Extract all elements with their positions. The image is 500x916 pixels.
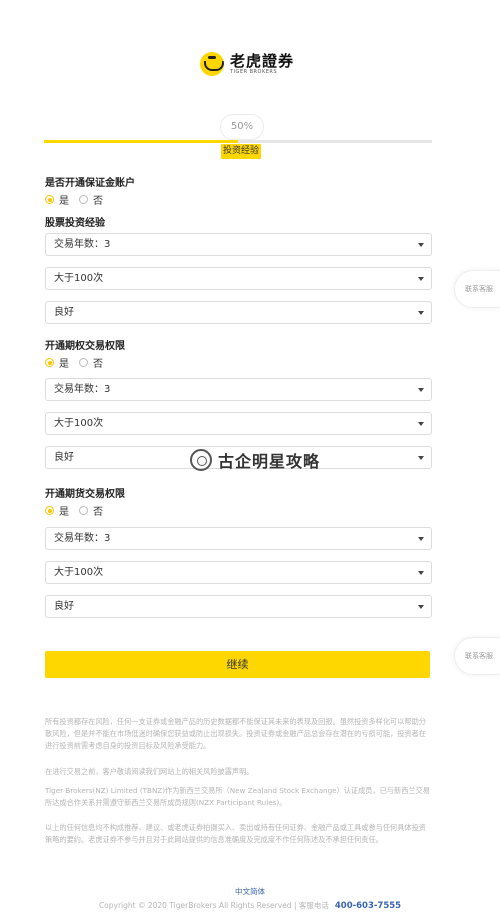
chevron-down-icon — [418, 243, 424, 247]
radio-checked-icon[interactable] — [45, 195, 54, 204]
chevron-down-icon — [418, 277, 424, 281]
progress-fill — [44, 140, 238, 143]
tiger-logo-icon — [200, 52, 224, 76]
select-value: 大于100次 — [54, 273, 104, 284]
contact-support-button[interactable]: 联系客服 — [454, 270, 500, 308]
watermark: 古企明星攻略 — [190, 448, 320, 472]
margin-account-title: 是否开通保证金账户 — [45, 178, 135, 189]
margin-account-yes-option[interactable]: 是 — [45, 192, 69, 207]
chevron-down-icon — [418, 388, 424, 392]
stock-years-select[interactable]: 交易年数：3 — [45, 233, 432, 256]
futures-knowledge-select[interactable]: 良好 — [45, 595, 432, 618]
radio-checked-icon[interactable] — [45, 358, 54, 367]
nzx-disclaimer: Tiger Brokers(NZ) Limited (TBNZ)作为新西兰交易所… — [45, 786, 430, 807]
futures-trading-no-option[interactable]: 否 — [79, 503, 103, 518]
options-years-select[interactable]: 交易年数：3 — [45, 378, 432, 401]
options-trading-no-option[interactable]: 否 — [79, 355, 103, 370]
header: 老虎證券 TIGER BROKERS — [0, 52, 500, 86]
futures-count-select[interactable]: 大于100次 — [45, 561, 432, 584]
margin-account-no-option[interactable]: 否 — [79, 192, 103, 207]
radio-label: 是 — [59, 196, 69, 207]
progress-track — [44, 140, 432, 143]
chevron-down-icon — [418, 422, 424, 426]
chevron-down-icon — [418, 456, 424, 460]
select-value: 交易年数：3 — [54, 384, 111, 395]
options-count-select[interactable]: 大于100次 — [45, 412, 432, 435]
select-value: 良好 — [54, 452, 74, 463]
brand-name-cn: 老虎證券 — [230, 51, 295, 70]
radio-unchecked-icon[interactable] — [79, 358, 88, 367]
futures-trading-radio-group: 是 否 — [45, 503, 113, 518]
futures-years-select[interactable]: 交易年数：3 — [45, 527, 432, 550]
watermark-logo-icon — [190, 449, 212, 471]
options-trading-radio-group: 是 否 — [45, 355, 113, 370]
select-value: 交易年数：3 — [54, 239, 111, 250]
radio-unchecked-icon[interactable] — [79, 195, 88, 204]
select-value: 良好 — [54, 307, 74, 318]
radio-checked-icon[interactable] — [45, 506, 54, 515]
stock-experience-title: 股票投资经验 — [45, 218, 105, 229]
chevron-down-icon — [418, 605, 424, 609]
radio-unchecked-icon[interactable] — [79, 506, 88, 515]
footer-copyright: Copyright © 2020 TigerBrokers All Rights… — [0, 900, 500, 911]
language-link[interactable]: 中文简体 — [0, 886, 500, 897]
stock-count-select[interactable]: 大于100次 — [45, 267, 432, 290]
radio-label: 是 — [59, 359, 69, 370]
radio-label: 是 — [59, 507, 69, 518]
tiger-brokers-logo[interactable]: 老虎證券 TIGER BROKERS — [200, 52, 294, 76]
chevron-down-icon — [418, 571, 424, 575]
chevron-down-icon — [418, 311, 424, 315]
watermark-text: 古企明星攻略 — [218, 452, 321, 471]
futures-trading-title: 开通期货交易权限 — [45, 489, 125, 500]
radio-label: 否 — [93, 359, 103, 370]
options-trading-title: 开通期权交易权限 — [45, 341, 125, 352]
continue-button[interactable]: 继续 — [45, 651, 430, 678]
margin-account-radio-group: 是 否 — [45, 192, 113, 207]
radio-label: 否 — [93, 507, 103, 518]
select-value: 大于100次 — [54, 418, 104, 429]
options-trading-yes-option[interactable]: 是 — [45, 355, 69, 370]
support-phone[interactable]: 400-603-7555 — [335, 901, 401, 911]
progress-step-label: 投资经验 — [221, 144, 261, 159]
select-value: 交易年数：3 — [54, 533, 111, 544]
radio-label: 否 — [93, 196, 103, 207]
select-value: 大于100次 — [54, 567, 104, 578]
no-recommendation-disclaimer: 以上的任何信息均不构成推荐、建议、或老虎证券拍摄买入、卖出或持有任何证券、金融产… — [45, 823, 426, 844]
brand-name-en: TIGER BROKERS — [230, 68, 278, 75]
stock-knowledge-select[interactable]: 良好 — [45, 301, 432, 324]
contact-support-button[interactable]: 联系客服 — [454, 637, 500, 675]
risk-disclaimer: 所有投资都存在风险，任何一支证券或金融产品的历史数据都不能保证其未来的表现及回报… — [45, 717, 426, 750]
futures-trading-yes-option[interactable]: 是 — [45, 503, 69, 518]
select-value: 良好 — [54, 601, 74, 612]
copyright-text: Copyright © 2020 TigerBrokers All Rights… — [98, 901, 329, 910]
progress-percent: 50% — [220, 114, 264, 140]
chevron-down-icon — [418, 537, 424, 541]
logo-text: 老虎證券 TIGER BROKERS — [230, 53, 294, 76]
risk-notice: 在进行交易之前，客户敬请阅读我们网站上的相关风险披露声明。 — [45, 767, 254, 776]
